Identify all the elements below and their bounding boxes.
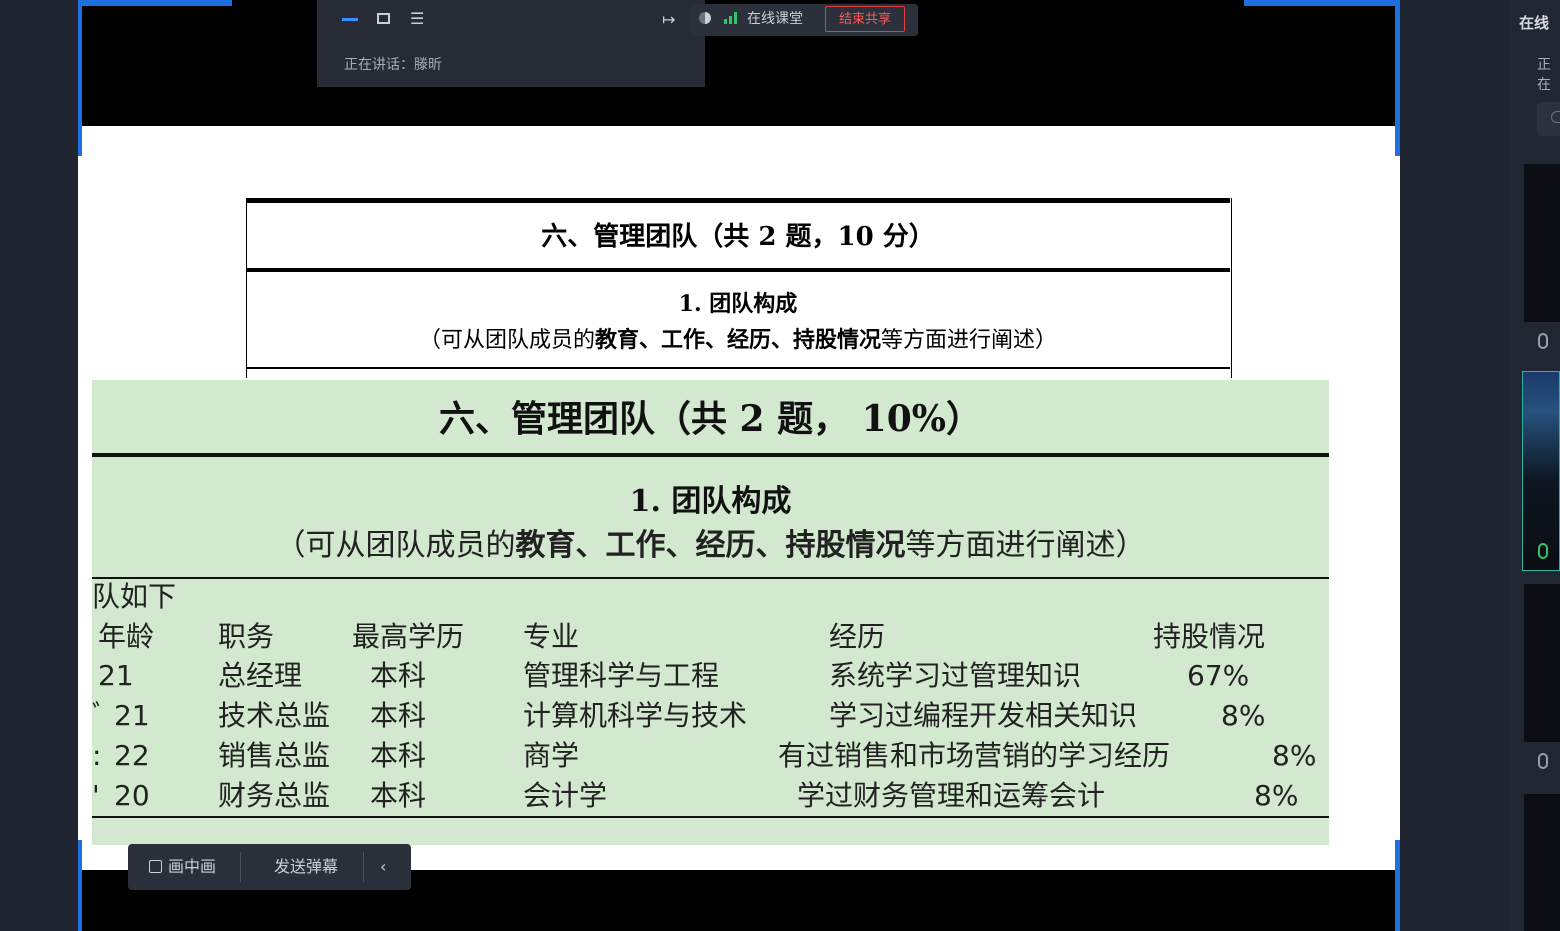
doc-desc-prefix: （可从团队成员的 <box>418 328 595 353</box>
speaking-indicator: 正在讲话：滕昕 <box>344 54 442 74</box>
participant-video-3[interactable] <box>1524 584 1560 742</box>
row1-experience: 系统学习过管理知识 <box>829 659 1082 692</box>
window-icon[interactable] <box>377 13 390 24</box>
menu-icon[interactable]: ☰ <box>410 0 424 38</box>
mic-muted-icon <box>1538 753 1548 769</box>
row4-lead: ' <box>92 779 100 812</box>
team-intro: 队如下 <box>92 580 177 613</box>
chevron-left-icon[interactable]: ‹ <box>380 844 386 890</box>
participant-video-2[interactable] <box>1522 371 1560 571</box>
green-desc-bold: 教育、工作、经历、持股情况 <box>515 528 906 563</box>
share-border-top-left <box>78 0 232 6</box>
row3-role: 销售总监 <box>218 739 331 772</box>
green-rule-3 <box>92 816 1329 818</box>
header-age: 年龄 <box>98 620 155 653</box>
row2-share: 8% <box>1221 699 1266 732</box>
row3-degree: 本科 <box>370 739 427 772</box>
doc-desc-bold: 教育、工作、经历、持股情况 <box>594 327 881 353</box>
doc-desc-suffix: 等方面进行阐述） <box>881 328 1058 353</box>
row1-age: 21 <box>98 659 134 692</box>
row3-experience: 有过销售和市场营销的学习经历 <box>778 739 1171 772</box>
minimize-icon[interactable] <box>342 18 358 21</box>
doc-section-title: 六、管理团队（共 2 题，10 分） <box>541 222 935 252</box>
collapse-toolbar-icon[interactable]: ↦ <box>662 1 675 39</box>
row2-experience: 学习过编程开发相关知识 <box>829 699 1138 732</box>
pip-checkbox[interactable] <box>149 860 162 873</box>
row2-age: 21 <box>114 699 150 732</box>
row1-role: 总经理 <box>218 659 303 692</box>
green-description: （可从团队成员的教育、工作、经历、持股情况等方面进行阐述） <box>92 520 1329 564</box>
participant-video-4[interactable] <box>1524 794 1560 931</box>
row4-experience: 学过财务管理和运筹会计 <box>797 779 1106 812</box>
green-rule-2 <box>92 577 1329 579</box>
mic-muted-icon <box>1538 333 1548 349</box>
mic-active-icon <box>1538 543 1548 559</box>
row4-age: 20 <box>114 779 150 812</box>
row4-share: 8% <box>1254 779 1299 812</box>
green-rule-1 <box>92 453 1329 457</box>
send-danmaku-button[interactable]: 发送弹幕 <box>274 844 338 890</box>
bottom-divider-1 <box>240 852 241 882</box>
share-border-right-bottom <box>1395 840 1400 931</box>
panel-status: 正在 <box>1537 57 1551 93</box>
row3-lead: : <box>92 739 102 772</box>
speaker-name: 滕昕 <box>414 57 442 73</box>
row3-major: 商学 <box>523 739 580 772</box>
header-experience: 经历 <box>829 620 886 653</box>
participant-video-1[interactable] <box>1524 164 1560 322</box>
doc-description: （可从团队成员的教育、工作、经历、持股情况等方面进行阐述） <box>246 322 1230 354</box>
header-degree: 最高学历 <box>352 620 465 653</box>
row4-role: 财务总监 <box>218 779 331 812</box>
header-shareholding: 持股情况 <box>1153 620 1266 653</box>
row4-degree: 本科 <box>370 779 427 812</box>
share-border-left-top <box>78 0 82 156</box>
doc-subtitle: 1. 团队构成 <box>678 291 798 317</box>
header-role: 职务 <box>218 620 275 653</box>
doc-rule-top <box>246 198 1230 203</box>
share-border-left-bottom <box>78 840 82 931</box>
row1-major: 管理科学与工程 <box>523 659 720 692</box>
row2-role: 技术总监 <box>218 699 331 732</box>
header-major: 专业 <box>523 620 580 653</box>
bottom-divider-2 <box>363 852 364 882</box>
row1-share: 67% <box>1187 659 1250 692</box>
green-desc-suffix: 等方面进行阐述） <box>905 528 1146 563</box>
green-subtitle: 1. 团队构成 <box>629 484 792 519</box>
doc-rule-mid <box>246 268 1230 272</box>
panel-title: 在线 <box>1519 14 1550 32</box>
green-desc-prefix: （可从团队成员的 <box>275 528 516 563</box>
doc-rule-low <box>246 367 1230 369</box>
row4-major: 会计学 <box>523 779 608 812</box>
row1-degree: 本科 <box>370 659 427 692</box>
green-slide <box>92 380 1329 845</box>
search-icon <box>1551 111 1560 123</box>
pip-label[interactable]: 画中画 <box>168 844 216 890</box>
speaking-label: 正在讲话： <box>344 57 414 73</box>
end-share-button[interactable]: 结束共享 <box>825 6 905 32</box>
row2-major: 计算机科学与技术 <box>523 699 748 732</box>
contrast-icon <box>699 12 711 24</box>
share-border-top-right <box>1244 0 1400 6</box>
share-border-right-top <box>1395 0 1400 156</box>
online-class-label: 在线课堂 <box>747 11 803 27</box>
row2-lead: ﾞ <box>92 699 107 732</box>
row3-age: 22 <box>114 739 150 772</box>
row2-degree: 本科 <box>370 699 427 732</box>
signal-icon <box>724 12 738 24</box>
green-section-title: 六、管理团队（共 2 题， 10%） <box>439 398 982 440</box>
row3-share: 8% <box>1272 739 1317 772</box>
